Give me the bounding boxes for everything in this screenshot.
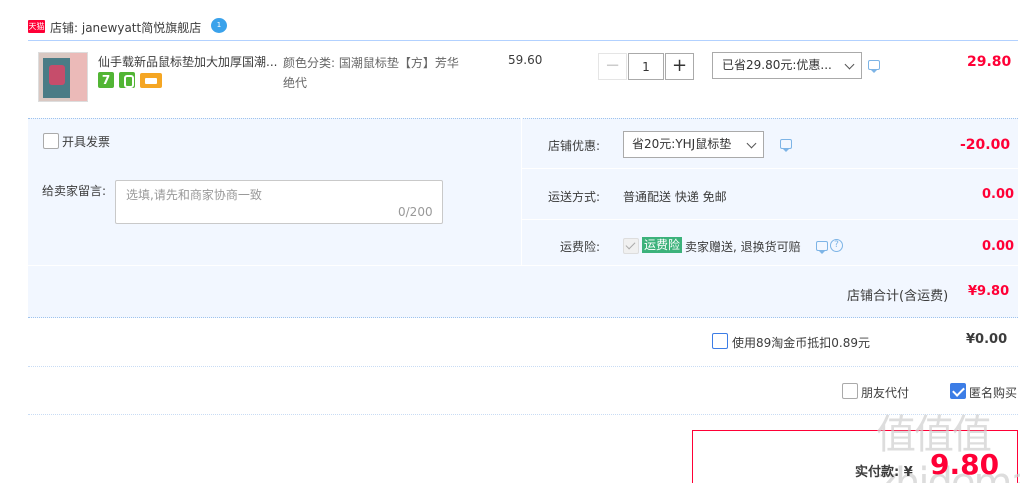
quantity-increase-button[interactable]: + — [665, 53, 694, 80]
guarantee-icon — [119, 72, 135, 88]
memo-label: 给卖家留言: — [42, 184, 107, 198]
insurance-tag: 运费险 — [642, 237, 683, 253]
message-icon[interactable] — [816, 241, 828, 254]
insurance-desc: 卖家赠送, 退换货可赔 — [685, 240, 801, 254]
shop-discount-selected: 省20元:YHJ鼠标垫 — [632, 137, 732, 151]
pay-amount: 9.80 — [930, 448, 1000, 481]
quantity-input[interactable] — [628, 53, 664, 80]
tmall-badge: 天猫 — [28, 20, 45, 33]
friend-pay-label: 朋友代付 — [861, 386, 910, 400]
coin-checkbox[interactable] — [712, 333, 728, 349]
shop-name[interactable]: 店铺: janewyatt简悦旗舰店 — [50, 19, 201, 36]
chat-bubble-icon[interactable]: 1 — [211, 18, 227, 33]
shop-discount-value: -20.00 — [960, 137, 1011, 153]
sku-line-1: 颜色分类: 国潮鼠标垫【方】芳华 — [283, 56, 459, 70]
shop-total-label: 店铺合计(含运费) — [847, 289, 949, 304]
coin-value: ¥0.00 — [966, 332, 1008, 347]
message-icon[interactable] — [868, 60, 880, 73]
sku-info: 颜色分类: 国潮鼠标垫【方】芳华 绝代 — [283, 53, 483, 93]
row-divider — [28, 414, 1018, 415]
invoice-label: 开具发票 — [62, 135, 111, 149]
friend-pay-checkbox[interactable] — [842, 383, 858, 399]
memo-char-count: 0/200 — [398, 205, 433, 219]
sku-line-2: 绝代 — [283, 76, 308, 90]
product-title[interactable]: 仙手载新品鼠标垫加大加厚国潮... — [98, 53, 280, 70]
shop-total: ¥9.80 — [968, 284, 1010, 299]
insurance-checkbox — [623, 238, 639, 254]
shipping-method: 普通配送 快递 免邮 — [623, 190, 727, 204]
help-icon[interactable]: ? — [830, 239, 843, 252]
shop-divider — [28, 40, 1018, 41]
thumbnail-graphic-figure — [49, 65, 65, 85]
thumbnail-graphic-side — [70, 53, 87, 101]
quantity-decrease-button[interactable]: − — [598, 53, 627, 80]
credit-card-icon — [140, 73, 162, 88]
shipping-value: 0.00 — [982, 187, 1015, 202]
coin-label: 使用89淘金币抵扣0.89元 — [732, 336, 870, 350]
line-total: 29.80 — [967, 54, 1012, 70]
unit-price: 59.60 — [508, 53, 543, 67]
pay-label: 实付款: ¥ — [855, 465, 913, 480]
seven-day-return-icon: 7 — [98, 72, 114, 88]
anonymous-label: 匿名购买 — [969, 386, 1018, 400]
chevron-down-icon — [746, 138, 757, 149]
insurance-value: 0.00 — [982, 239, 1015, 254]
anonymous-checkbox[interactable] — [950, 383, 966, 399]
shop-discount-label: 店铺优惠: — [547, 139, 600, 153]
shipping-label: 运送方式: — [547, 190, 600, 204]
product-thumbnail[interactable] — [38, 52, 88, 102]
item-promo-select[interactable]: 已省29.80元:优惠... — [712, 52, 862, 79]
row-divider — [28, 366, 1018, 367]
panel-divider — [28, 265, 1018, 266]
item-promo-selected: 已省29.80元:优惠... — [722, 58, 832, 72]
panel-divider — [522, 168, 1018, 169]
shop-discount-select[interactable]: 省20元:YHJ鼠标垫 — [623, 131, 764, 158]
insurance-label: 运费险: — [559, 240, 600, 254]
memo-placeholder: 选填,请先和商家协商一致 — [126, 188, 262, 202]
panel-divider — [522, 219, 1018, 220]
chevron-down-icon — [844, 59, 855, 70]
message-icon[interactable] — [780, 139, 792, 152]
invoice-checkbox[interactable] — [43, 133, 59, 149]
